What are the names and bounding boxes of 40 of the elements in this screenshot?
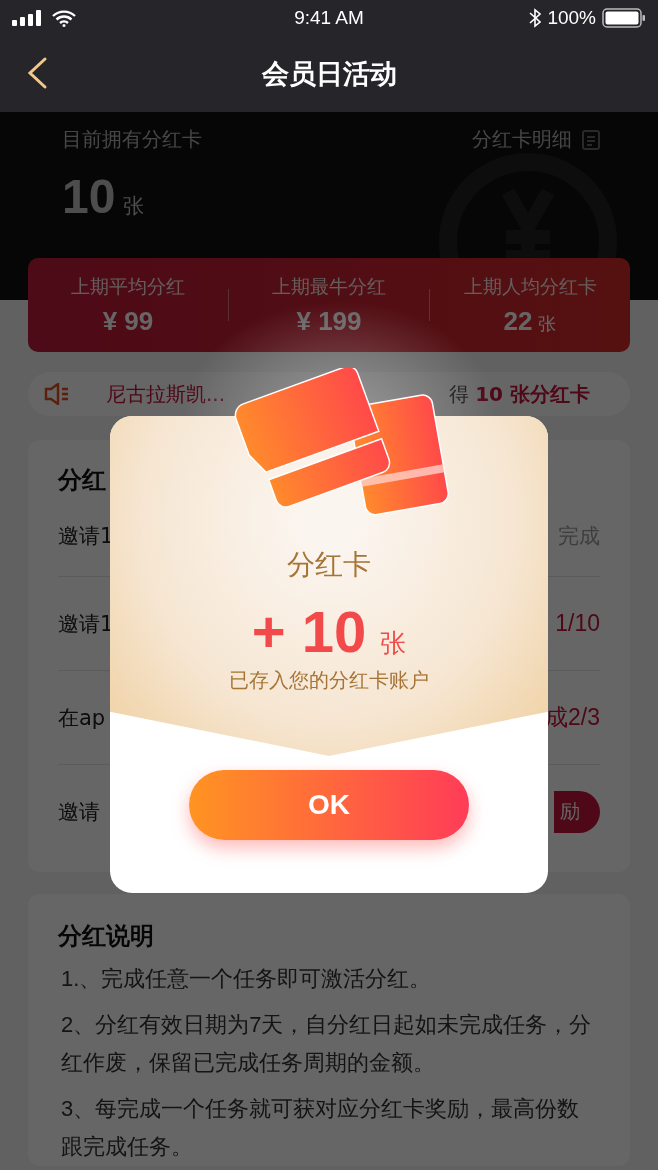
battery-icon xyxy=(602,8,646,28)
task-label: 邀请1 xyxy=(58,523,114,550)
reward-amount: + 10 xyxy=(251,598,367,665)
card-details-link[interactable]: 分红卡明细 xyxy=(472,126,600,153)
task-status: 成2/3 xyxy=(545,703,600,732)
dialog-title: 分红卡 xyxy=(287,547,371,583)
card-count: 10 xyxy=(62,169,116,224)
document-icon xyxy=(582,129,600,150)
wifi-icon xyxy=(52,9,76,27)
section-title: 分红说明 xyxy=(58,921,155,952)
reward-unit: 张 xyxy=(380,627,407,660)
rule-text: 2、分红有效日期为7天，自分红日起如未完成任务，分红作废，保留已完成任务周期的金额。 xyxy=(61,1011,593,1077)
page-title: 会员日活动 xyxy=(261,57,397,91)
ok-button[interactable]: OK xyxy=(189,770,469,840)
count-unit: 张 xyxy=(123,193,145,220)
stat-label: 上期人均分红卡 xyxy=(463,273,597,299)
dialog-note: 已存入您的分红卡账户 xyxy=(229,667,429,694)
battery-percent: 100% xyxy=(547,7,596,29)
notice-text: 得 xyxy=(449,380,470,408)
claim-reward-button[interactable]: 励 xyxy=(554,790,600,833)
stat-label: 上期平均分红 xyxy=(71,273,185,299)
stat-label: 上期最牛分红 xyxy=(272,273,386,299)
stat-value: ¥ 199 xyxy=(296,305,362,337)
stat-unit: 张 xyxy=(538,311,557,336)
rule-text: 1.、完成任意一个任务即可激活分红。 xyxy=(61,965,433,993)
status-time: 9:41 AM xyxy=(294,7,364,29)
bluetooth-icon xyxy=(529,8,542,28)
task-label: 邀请1 xyxy=(58,610,114,638)
notice-user: 尼古拉斯凯... xyxy=(106,380,226,408)
rule-text: 3、每完成一个任务就可获对应分红卡奖励，最高份数跟完成任务。 xyxy=(61,1095,581,1161)
cards-owned-label: 目前拥有分红卡 xyxy=(62,126,202,153)
task-status: 1/10 xyxy=(555,610,600,637)
section-title: 分红 xyxy=(58,465,107,496)
stat-value: 22 xyxy=(503,305,533,337)
speaker-icon xyxy=(44,383,70,405)
task-label: 邀请 xyxy=(58,798,100,826)
stat-value: ¥ 99 xyxy=(102,305,154,337)
notice-reward: 10 张分红卡 xyxy=(475,380,590,408)
task-label: 在ap xyxy=(58,704,106,732)
back-button[interactable] xyxy=(26,56,48,90)
